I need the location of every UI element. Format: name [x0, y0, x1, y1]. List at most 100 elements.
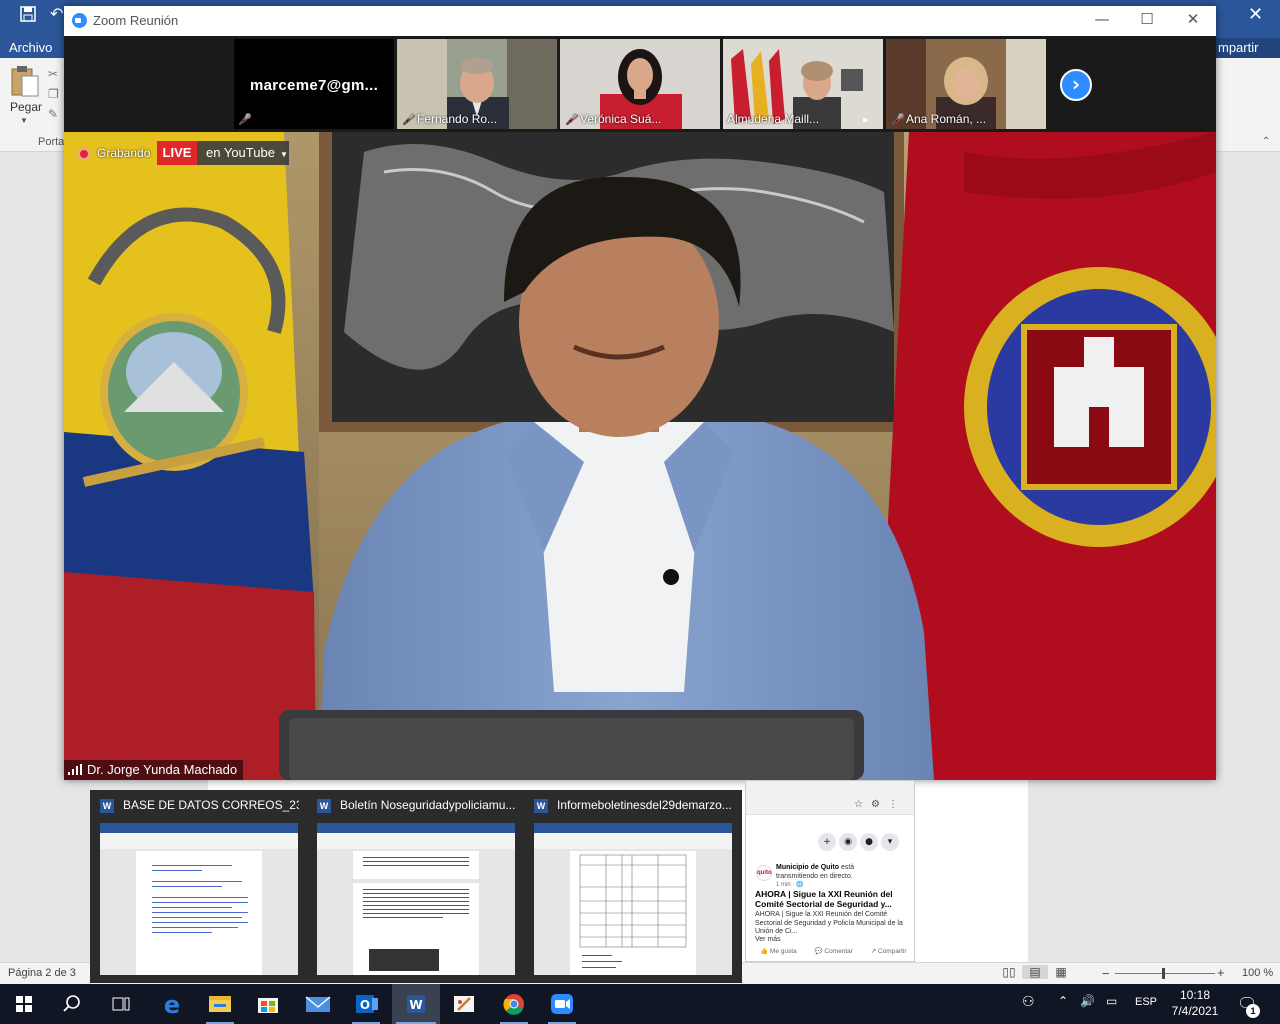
taskbar-paint[interactable] [440, 984, 488, 1024]
window-thumbnail[interactable]: W BASE DE DATOS CORREOS_23_J... [90, 790, 304, 983]
share-post-button[interactable]: ↗ Compartir [871, 948, 914, 955]
comment-label: Comentar [824, 948, 853, 955]
participant-name: Fernando Ro... [417, 112, 498, 126]
post-actions: 👍 Me gusta 💬 Comentar ↗ Compartir [760, 947, 914, 955]
paste-dropdown-icon[interactable]: ▼ [20, 116, 28, 125]
word-icon: W [100, 799, 114, 813]
taskbar-zoom[interactable] [538, 984, 586, 1024]
self-view-name: marceme7@gm... [250, 77, 379, 94]
zoom-slider-thumb[interactable] [1162, 968, 1165, 979]
file-menu[interactable]: Archivo [9, 40, 52, 55]
mic-muted-icon: 🎤̸ [891, 113, 905, 126]
page-avatar[interactable]: quito [756, 865, 772, 881]
zoom-out-icon[interactable]: − [1102, 966, 1110, 981]
clock[interactable]: 10:18 7/4/2021 [1170, 987, 1220, 1019]
participant-tile[interactable]: Verónica Suá... 🎤̸ [560, 39, 720, 129]
post-time[interactable]: 1 min · 🌐 [776, 881, 803, 888]
print-layout-icon[interactable]: ▤ [1022, 965, 1048, 979]
browser-window[interactable]: ☆⚙⋮ + ◉ ● ▾ quito Municipio de Quito está t… [745, 780, 915, 962]
comment-button[interactable]: 💬 Comentar [814, 948, 860, 955]
window-thumbnail[interactable]: W Informeboletinesdel29demarzo... [524, 790, 738, 983]
zoom-level[interactable]: 100 % [1242, 967, 1273, 979]
outlook-icon: O [356, 995, 378, 1013]
taskbar-edge[interactable]: e [148, 984, 196, 1024]
cut-icon[interactable]: ✂ [48, 64, 64, 84]
windows-logo-icon [16, 996, 32, 1012]
add-icon[interactable]: + [818, 833, 836, 851]
participant-tile[interactable]: Almudena Maill... ▸ [723, 39, 883, 129]
maximize-icon[interactable]: ☐ [1135, 10, 1159, 30]
participant-tile[interactable]: Fernando Ro... 🎤̸ [397, 39, 557, 129]
star-icon[interactable]: ☆ [854, 799, 871, 810]
self-view-tile[interactable]: marceme7@gm... 🎤̸ [234, 39, 394, 129]
zoom-in-icon[interactable]: + [1217, 965, 1225, 980]
volume-icon[interactable]: 🔊 [1080, 994, 1095, 1008]
signal-strength-icon [68, 764, 82, 775]
undo-icon[interactable]: ↶ [50, 4, 63, 24]
zoom-slider[interactable] [1115, 973, 1215, 974]
word-icon: W [317, 799, 331, 813]
clipboard-tools[interactable]: ✂ ❐ ✎ [48, 64, 64, 124]
task-view-button[interactable] [96, 984, 144, 1024]
page-name[interactable]: Municipio de Quito [776, 864, 839, 871]
people-icon[interactable]: ⚇ [1022, 994, 1035, 1010]
taskbar-outlook[interactable]: O [342, 984, 390, 1024]
word-close-icon[interactable]: ✕ [1248, 4, 1263, 25]
taskbar-file-explorer[interactable] [196, 984, 244, 1024]
search-button[interactable] [48, 984, 96, 1024]
caret-down-icon: ▼ [279, 150, 288, 159]
tray-chevron-up-icon[interactable]: ⌃ [1058, 994, 1068, 1008]
like-button[interactable]: 👍 Me gusta [760, 948, 805, 955]
svg-text:e: e [164, 991, 180, 1019]
ribbon-collapse-icon[interactable]: ⌃ [1262, 136, 1270, 147]
window-thumbnail[interactable]: W Boletín Noseguridadypoliciamu... [307, 790, 521, 983]
paste-icon[interactable] [10, 64, 40, 98]
clock-time: 10:18 [1179, 988, 1211, 1002]
copy-icon[interactable]: ❐ [48, 84, 64, 104]
svg-text:W: W [409, 998, 422, 1012]
paste-button-label[interactable]: Pegar [10, 100, 42, 114]
close-icon[interactable]: ✕ [1181, 10, 1205, 30]
notifications-icon[interactable]: ● [860, 833, 878, 851]
read-mode-icon[interactable]: ▯▯ [996, 965, 1022, 979]
chrome-icon [503, 994, 524, 1015]
share-button[interactable]: mpartir [1216, 38, 1280, 58]
menu-icon[interactable]: ⋮ [888, 799, 906, 810]
table-preview [579, 854, 687, 968]
input-language[interactable]: ESP [1135, 996, 1157, 1008]
save-icon[interactable] [20, 6, 38, 24]
next-participants-button[interactable]: › [1060, 69, 1092, 101]
minimize-icon[interactable]: — [1090, 10, 1114, 30]
thumbnail-title: BASE DE DATOS CORREOS_23_J... [123, 798, 299, 812]
format-painter-icon[interactable]: ✎ [48, 104, 64, 124]
zoom-titlebar[interactable]: Zoom Reunión — ☐ ✕ [64, 6, 1216, 36]
network-icon[interactable]: ▭ [1106, 994, 1117, 1008]
browser-toolbar-icons: ☆⚙⋮ [854, 799, 906, 810]
taskbar-chrome[interactable] [490, 984, 538, 1024]
word-icon: W [534, 799, 548, 813]
start-button[interactable] [0, 984, 48, 1024]
live-destination-dropdown[interactable]: en YouTube ▼ [197, 141, 289, 165]
see-more-link[interactable]: Ver más [755, 936, 781, 943]
active-speaker-name: Dr. Jorge Yunda Machado [87, 762, 238, 777]
thumbnail-title: Informeboletinesdel29demarzo... [557, 798, 732, 812]
account-menu-icon[interactable]: ▾ [881, 833, 899, 851]
participant-name: Verónica Suá... [580, 112, 662, 126]
active-speaker-video[interactable]: Grabando LIVE en YouTube ▼ Dr. Jorge Yund… [64, 132, 1216, 780]
mic-muted-icon: 🎤̸ [402, 113, 416, 126]
speaker-video-frame [64, 132, 1216, 780]
thumbnail-preview [100, 823, 298, 975]
notification-count-badge: 1 [1246, 1004, 1260, 1018]
like-label: Me gusta [769, 948, 797, 955]
messenger-icon[interactable]: ◉ [839, 833, 857, 851]
taskbar-store[interactable] [244, 984, 292, 1024]
live-badge: LIVE [157, 141, 197, 165]
page-counter[interactable]: Página 2 de 3 [8, 967, 76, 979]
taskbar-word[interactable]: W [392, 984, 440, 1024]
participant-tile[interactable]: Ana Román, ... 🎤̸ [886, 39, 1046, 129]
extension-icon[interactable]: ⚙ [871, 799, 888, 810]
window-title: Zoom Reunión [93, 13, 179, 28]
store-icon [258, 998, 278, 1013]
web-layout-icon[interactable]: ▦ [1048, 965, 1074, 979]
taskbar-mail[interactable] [294, 984, 342, 1024]
